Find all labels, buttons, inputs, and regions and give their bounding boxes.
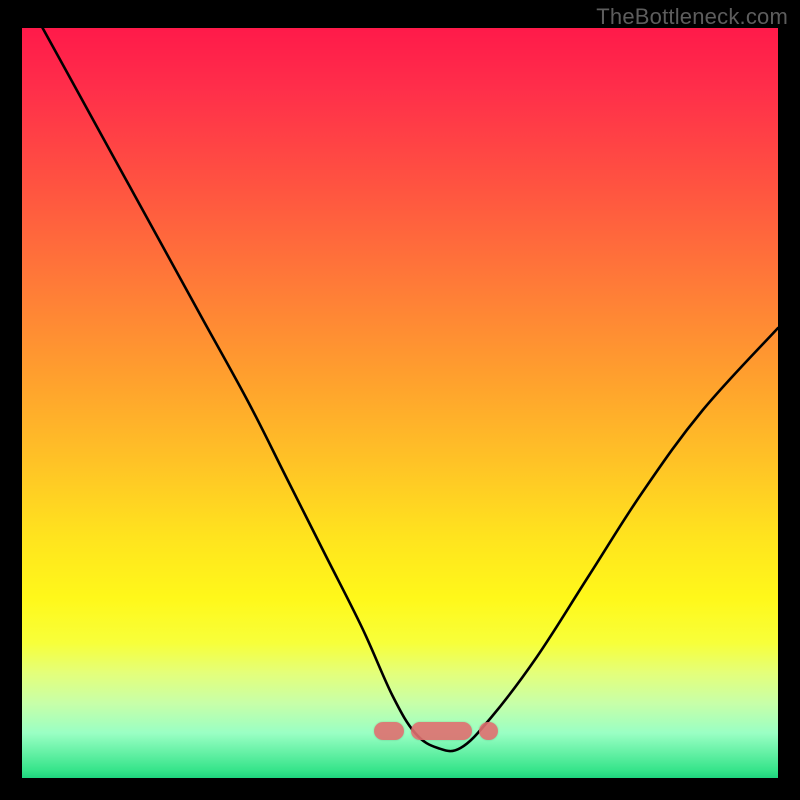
bottleneck-curve: [22, 28, 778, 778]
ridge-segment: [374, 722, 404, 740]
chart-frame: TheBottleneck.com: [0, 0, 800, 800]
plot-area: [22, 28, 778, 778]
ridge-segment: [479, 722, 498, 740]
watermark-text: TheBottleneck.com: [596, 4, 788, 30]
ridge-segment: [411, 722, 471, 740]
